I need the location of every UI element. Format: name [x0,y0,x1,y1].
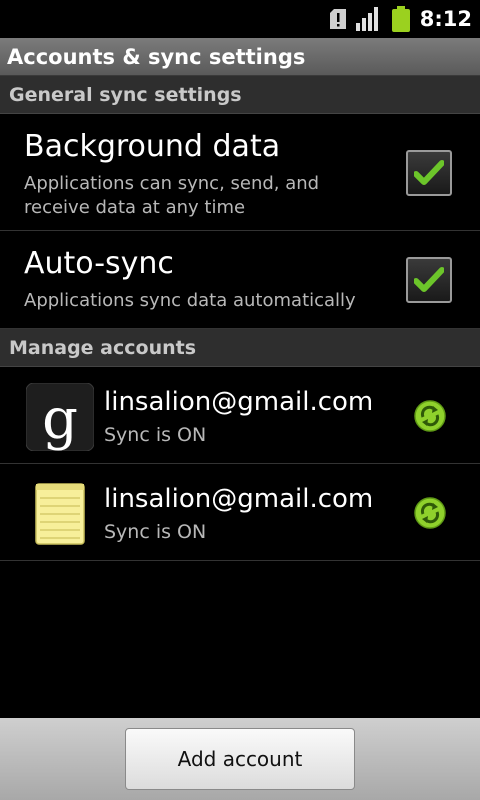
section-header-general: General sync settings [0,76,480,114]
background-data-checkbox[interactable] [406,150,452,196]
bottom-bar: Add account [0,718,480,800]
background-data-setting[interactable]: Background data Applications can sync, s… [0,114,480,231]
auto-sync-checkbox[interactable] [406,257,452,303]
account-row[interactable]: linsalion@gmail.com Sync is ON [0,464,480,561]
section-header-manage: Manage accounts [0,329,480,367]
auto-sync-setting[interactable]: Auto-sync Applications sync data automat… [0,231,480,329]
account-row[interactable]: g linsalion@gmail.com Sync is ON [0,367,480,464]
status-bar: 8:12 [0,0,480,38]
clock-time: 8:12 [419,7,472,31]
auto-sync-summary: Applications sync data automatically [24,290,356,311]
add-account-button[interactable]: Add account [125,728,355,790]
signal-icon [355,7,382,31]
sd-card-alert-icon [329,9,346,29]
account-sync-status: Sync is ON [104,424,207,446]
background-data-summary: Applications can sync, send, and receive… [24,173,320,218]
account-email: linsalion@gmail.com [104,484,374,514]
svg-text:g: g [42,387,78,451]
page-title: Accounts & sync settings [0,38,480,76]
checkmark-icon [414,160,444,185]
account-sync-status: Sync is ON [104,521,207,543]
google-icon: g [25,382,95,452]
notepad-icon [26,480,94,548]
account-email: linsalion@gmail.com [104,387,374,417]
sync-icon [414,400,446,432]
sync-icon [414,497,446,529]
auto-sync-title: Auto-sync [24,246,174,281]
checkmark-icon [414,267,444,292]
background-data-title: Background data [24,129,281,164]
battery-icon [391,6,410,32]
